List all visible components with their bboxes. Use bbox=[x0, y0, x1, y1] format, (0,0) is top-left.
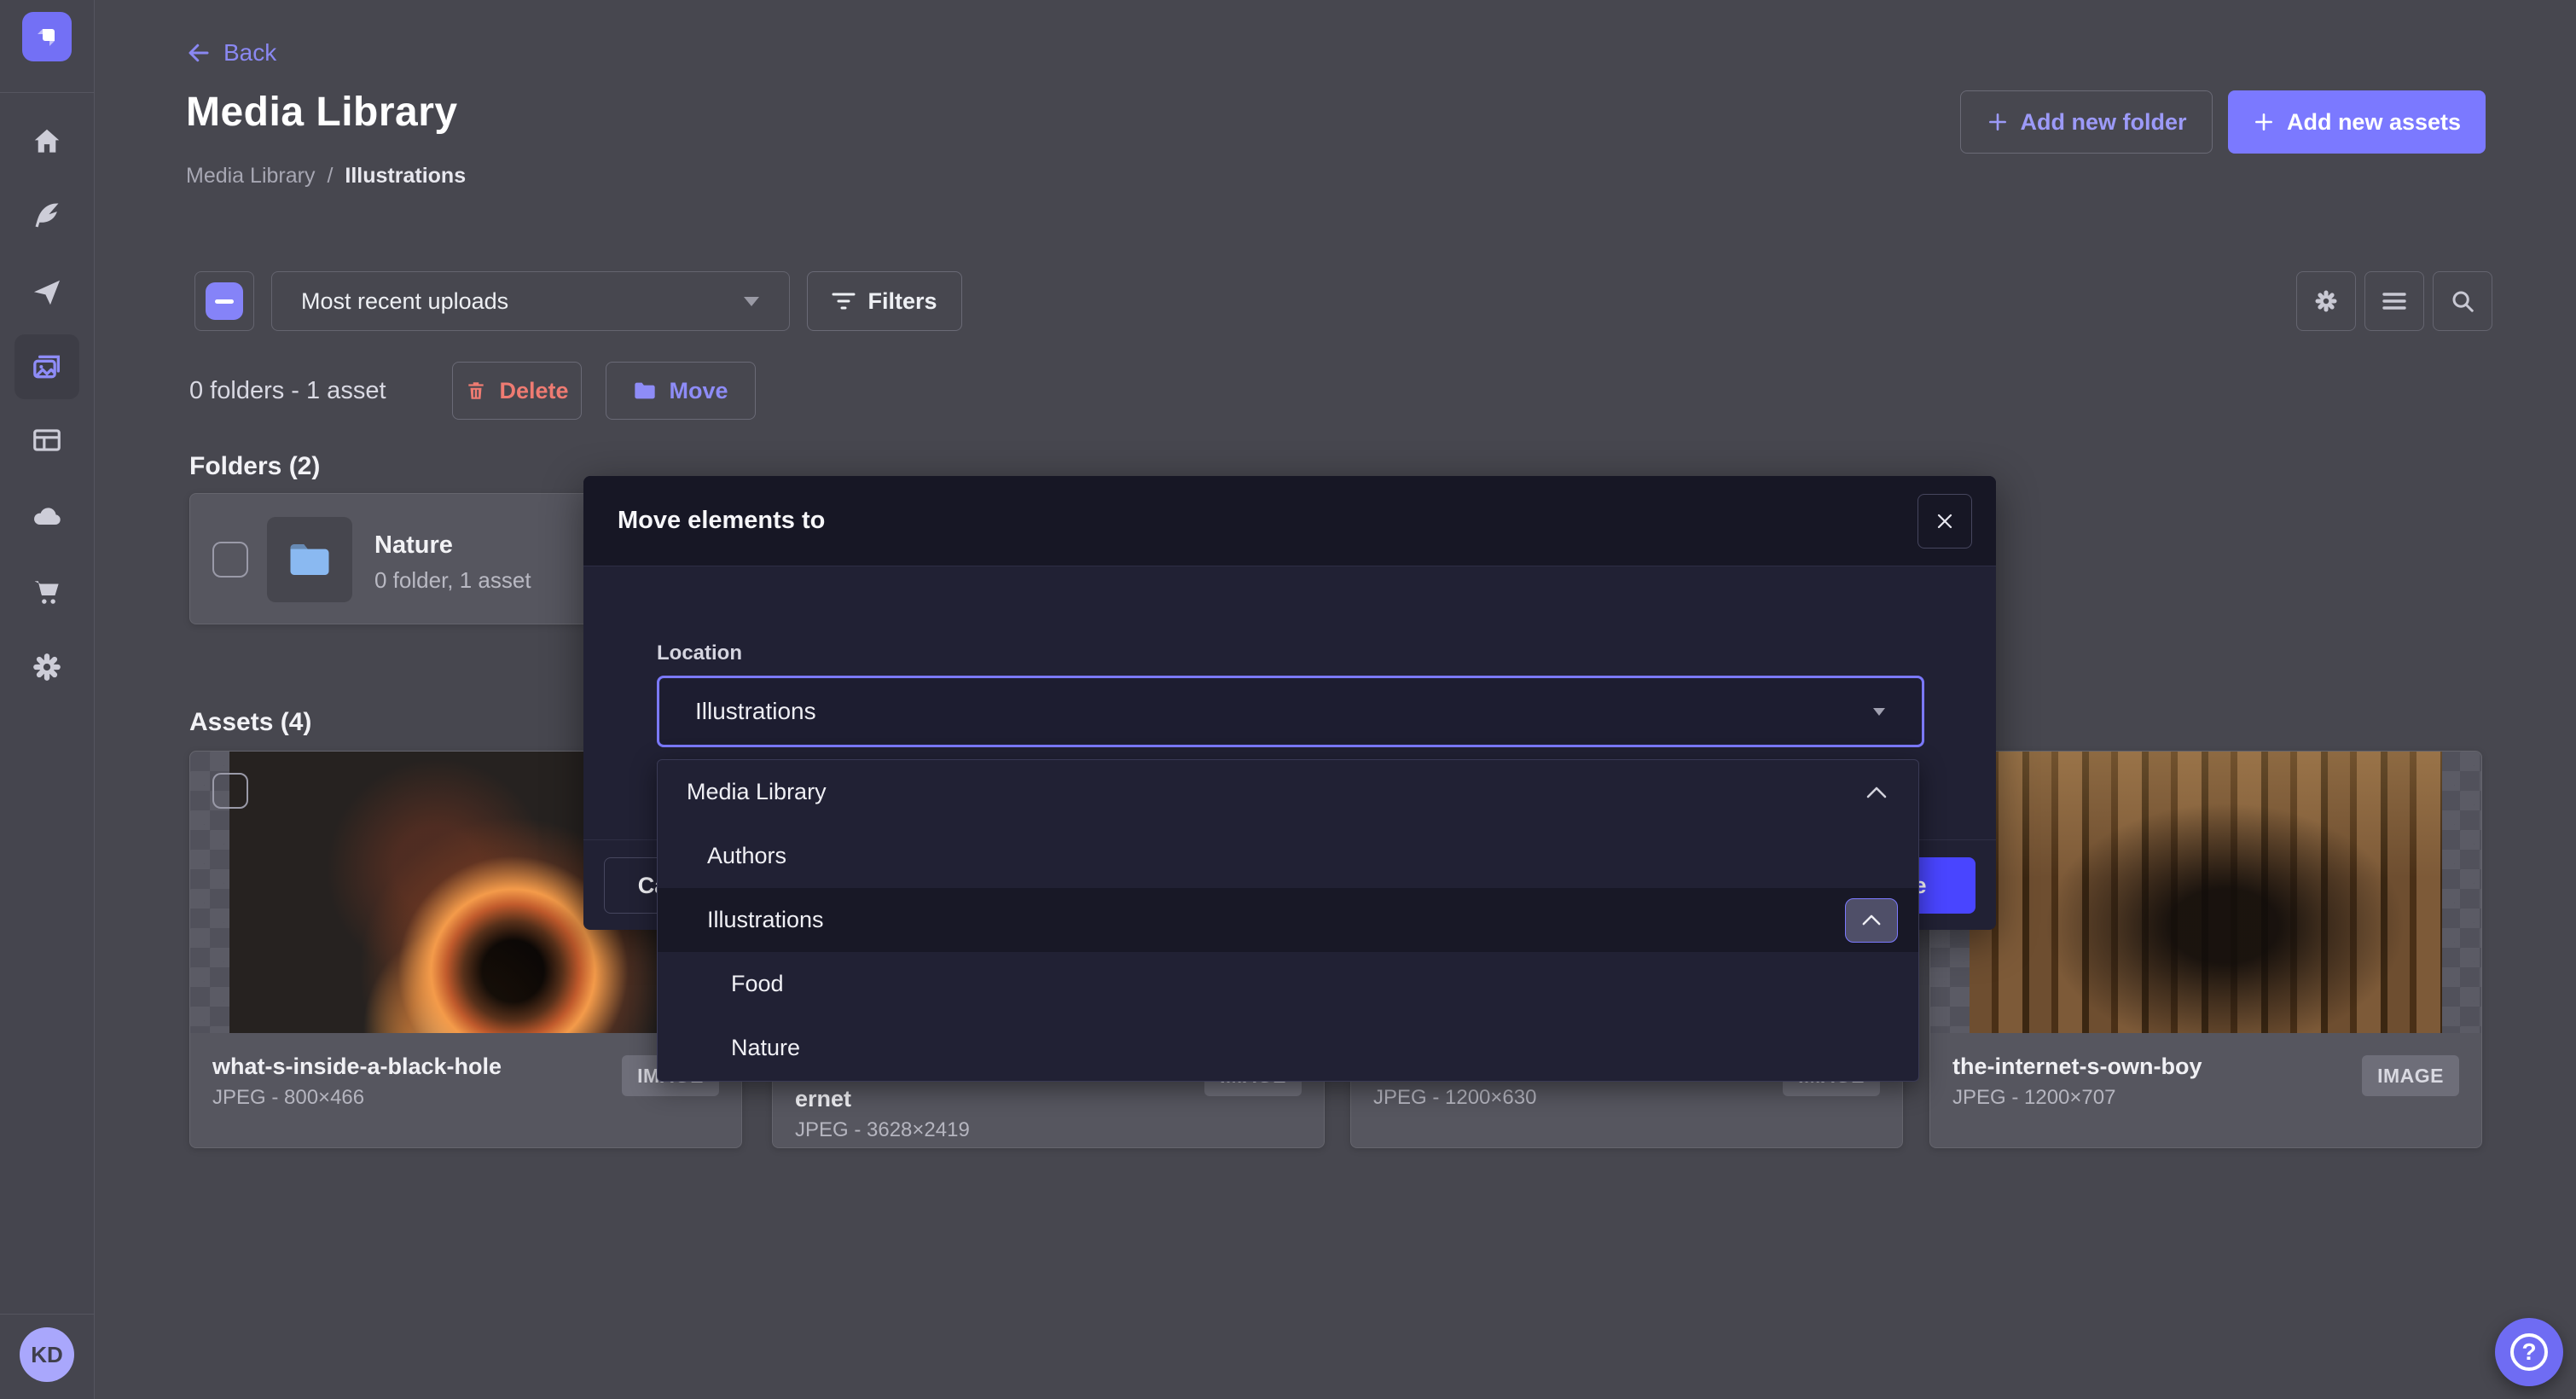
asset-name: ernet bbox=[795, 1086, 851, 1112]
library-image bbox=[1970, 752, 2442, 1033]
asset-meta: JPEG - 1200×630 bbox=[1373, 1086, 1536, 1110]
location-select[interactable]: Illustrations bbox=[657, 676, 1924, 747]
media-library-icon bbox=[30, 350, 64, 384]
filters-label: Filters bbox=[867, 288, 937, 315]
location-dropdown: Media Library Authors Illustrations Food… bbox=[657, 759, 1919, 1082]
folders-heading: Folders (2) bbox=[189, 452, 320, 481]
sidebar-item-home[interactable] bbox=[15, 109, 79, 174]
breadcrumb-current: Illustrations bbox=[345, 164, 466, 189]
sidebar-item-settings[interactable] bbox=[15, 635, 79, 700]
indeterminate-checkbox-icon bbox=[206, 282, 243, 320]
asset-name: the-internet-s-own-boy bbox=[1952, 1054, 2202, 1080]
asset-meta: JPEG - 800×466 bbox=[212, 1086, 364, 1110]
sidebar-item-marketplace[interactable] bbox=[15, 560, 79, 624]
filters-button[interactable]: Filters bbox=[807, 271, 962, 331]
sidebar-item-cloud[interactable] bbox=[15, 484, 79, 549]
add-new-assets-label: Add new assets bbox=[2287, 109, 2461, 136]
paper-plane-icon bbox=[31, 276, 63, 309]
option-label: Authors bbox=[707, 843, 786, 869]
close-icon bbox=[1935, 511, 1955, 531]
dropdown-option-illustrations[interactable]: Illustrations bbox=[658, 888, 1918, 952]
asset-meta: JPEG - 3628×2419 bbox=[795, 1118, 970, 1142]
list-icon bbox=[2382, 291, 2407, 311]
dropdown-option-media-library[interactable]: Media Library bbox=[658, 760, 1918, 824]
dropdown-option-food[interactable]: Food bbox=[658, 952, 1918, 1016]
option-label: Media Library bbox=[687, 779, 827, 805]
close-button[interactable] bbox=[1917, 494, 1972, 549]
sidebar-divider bbox=[0, 92, 94, 93]
move-label: Move bbox=[669, 378, 728, 404]
option-label: Nature bbox=[731, 1035, 800, 1061]
dropdown-option-authors[interactable]: Authors bbox=[658, 824, 1918, 888]
search-button[interactable] bbox=[2433, 271, 2492, 331]
folder-icon bbox=[287, 540, 333, 579]
delete-label: Delete bbox=[499, 378, 568, 404]
chevron-down-icon bbox=[1872, 707, 1886, 717]
add-new-folder-button[interactable]: Add new folder bbox=[1960, 90, 2213, 154]
selection-summary: 0 folders - 1 asset bbox=[189, 377, 386, 405]
search-icon bbox=[2450, 288, 2475, 314]
question-mark-icon: ? bbox=[2510, 1333, 2548, 1371]
back-link[interactable]: Back bbox=[186, 39, 276, 67]
asset-thumbnail bbox=[1930, 752, 2481, 1033]
modal-title: Move elements to bbox=[618, 507, 825, 535]
chevron-up-icon bbox=[1861, 914, 1882, 926]
asset-meta: JPEG - 1200×707 bbox=[1952, 1086, 2115, 1110]
location-label: Location bbox=[657, 641, 742, 665]
option-label: Food bbox=[731, 971, 784, 997]
sidebar-item-media-library[interactable] bbox=[15, 334, 79, 399]
plus-icon bbox=[1987, 111, 2009, 133]
sort-select[interactable]: Most recent uploads bbox=[271, 271, 790, 331]
gear-icon bbox=[31, 651, 63, 683]
back-label: Back bbox=[223, 39, 276, 67]
sidebar-item-content-manager[interactable] bbox=[15, 408, 79, 473]
view-settings-button[interactable] bbox=[2296, 271, 2356, 331]
user-avatar[interactable]: KD bbox=[20, 1327, 74, 1382]
strapi-logo-icon[interactable] bbox=[22, 12, 72, 61]
sort-select-value: Most recent uploads bbox=[301, 288, 508, 315]
move-button[interactable]: Move bbox=[606, 362, 756, 420]
sidebar-divider-bottom bbox=[0, 1314, 94, 1315]
layout-icon bbox=[31, 424, 63, 456]
sidebar-item-deploy[interactable] bbox=[15, 260, 79, 325]
breadcrumb-separator: / bbox=[327, 164, 333, 189]
collapse-button[interactable] bbox=[1845, 898, 1898, 943]
feather-icon bbox=[31, 199, 63, 231]
add-new-folder-label: Add new folder bbox=[2021, 109, 2187, 136]
folder-name: Nature bbox=[374, 531, 453, 560]
modal-header: Move elements to bbox=[583, 476, 1996, 566]
trash-icon bbox=[465, 380, 487, 402]
asset-checkbox[interactable] bbox=[212, 773, 248, 809]
add-new-assets-button[interactable]: Add new assets bbox=[2228, 90, 2486, 154]
cart-icon bbox=[31, 576, 63, 608]
plus-icon bbox=[2253, 111, 2275, 133]
option-label: Illustrations bbox=[707, 907, 824, 933]
home-icon bbox=[31, 125, 63, 158]
list-view-button[interactable] bbox=[2364, 271, 2424, 331]
arrow-left-icon bbox=[186, 40, 212, 66]
gear-icon bbox=[2313, 288, 2339, 314]
breadcrumb: Media Library / Illustrations bbox=[186, 164, 466, 189]
asset-card[interactable]: the-internet-s-own-boy JPEG - 1200×707 I… bbox=[1929, 751, 2482, 1148]
sidebar: KD bbox=[0, 0, 95, 1399]
help-button[interactable]: ? bbox=[2495, 1318, 2563, 1386]
filter-icon bbox=[832, 292, 856, 311]
chevron-up-icon[interactable] bbox=[1865, 786, 1888, 799]
sidebar-item-content[interactable] bbox=[15, 183, 79, 247]
asset-type-badge: IMAGE bbox=[2362, 1055, 2459, 1096]
delete-button[interactable]: Delete bbox=[452, 362, 582, 420]
cloud-icon bbox=[30, 499, 64, 533]
breadcrumb-parent[interactable]: Media Library bbox=[186, 164, 315, 189]
folder-meta: 0 folder, 1 asset bbox=[374, 567, 531, 594]
assets-heading: Assets (4) bbox=[189, 708, 311, 737]
dropdown-option-nature[interactable]: Nature bbox=[658, 1016, 1918, 1080]
location-select-value: Illustrations bbox=[695, 698, 816, 725]
folder-icon bbox=[633, 380, 657, 401]
asset-name: what-s-inside-a-black-hole bbox=[212, 1054, 502, 1080]
chevron-down-icon bbox=[743, 295, 760, 307]
folder-checkbox[interactable] bbox=[212, 542, 248, 578]
folder-tile bbox=[267, 517, 352, 602]
select-all-checkbox[interactable] bbox=[194, 271, 254, 331]
page-title: Media Library bbox=[186, 89, 458, 136]
